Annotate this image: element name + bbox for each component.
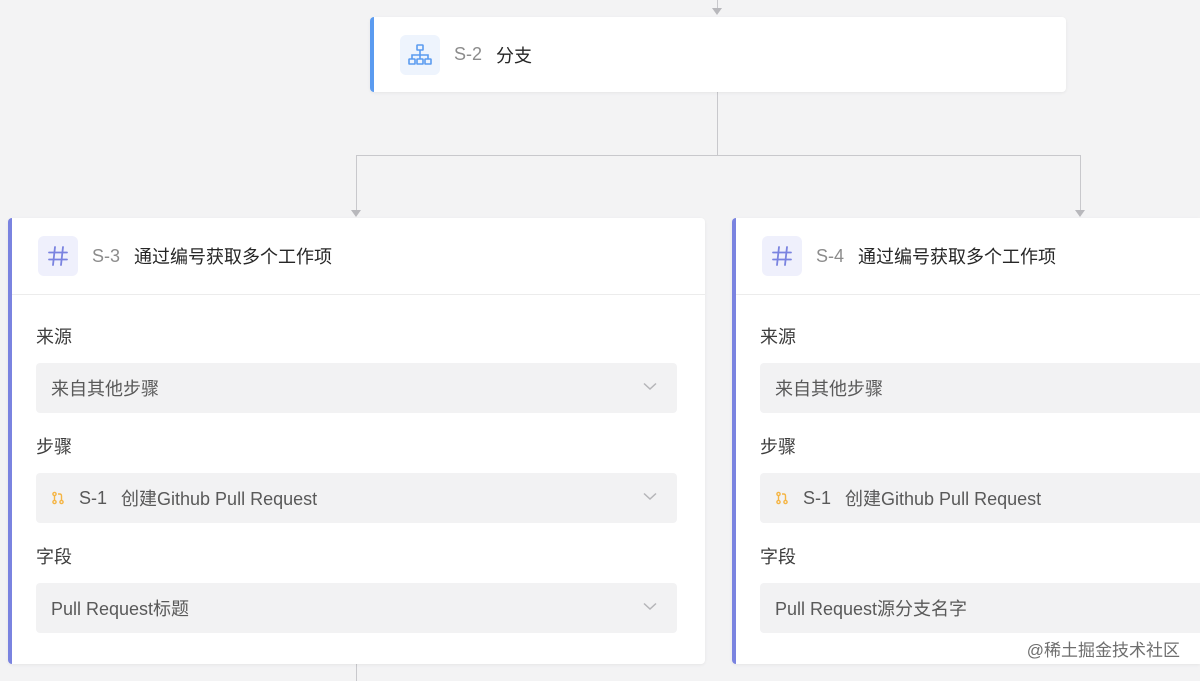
step-value: 创建Github Pull Request	[845, 489, 1042, 509]
connector-left-bottom	[356, 664, 357, 681]
field-value: Pull Request标题	[51, 599, 190, 619]
hash-icon	[38, 236, 78, 276]
step-code: S-1	[803, 487, 832, 508]
hash-icon	[762, 236, 802, 276]
chevron-down-icon	[643, 382, 657, 391]
branch-icon	[400, 34, 440, 75]
branch-node-title: 分支	[496, 45, 533, 66]
branch-accent-bar	[370, 17, 374, 92]
source-select[interactable]: 来自其他步骤	[760, 363, 1200, 413]
card-code: S-3	[92, 245, 121, 266]
arrow-top-in	[712, 8, 722, 15]
field-select[interactable]: Pull Request源分支名字	[760, 583, 1200, 633]
branch-node-card[interactable]: S-2 分支	[370, 17, 1066, 92]
arrow-left-down	[351, 210, 361, 217]
step-label: 步骤	[36, 437, 72, 457]
chevron-down-icon	[643, 492, 657, 501]
workitem-card-s3[interactable]: S-3 通过编号获取多个工作项 来源 来自其他步骤 步骤 S-1 创建Githu…	[8, 218, 705, 664]
watermark: @稀土掘金技术社区	[1026, 641, 1180, 660]
connector-right-down	[1080, 155, 1081, 211]
field-label: 字段	[760, 547, 796, 567]
pull-request-icon	[775, 491, 789, 505]
card-code: S-4	[816, 245, 845, 266]
source-value: 来自其他步骤	[51, 379, 159, 399]
source-select[interactable]: 来自其他步骤	[36, 363, 677, 413]
pull-request-icon	[51, 491, 65, 505]
chevron-down-icon	[643, 602, 657, 611]
step-select[interactable]: S-1 创建Github Pull Request	[36, 473, 677, 523]
branch-node-code: S-2	[454, 44, 483, 64]
source-value: 来自其他步骤	[775, 379, 883, 399]
workitem-card-s4[interactable]: S-4 通过编号获取多个工作项 来源 来自其他步骤 步骤 S-1 创建Githu…	[732, 218, 1200, 664]
source-label: 来源	[760, 327, 796, 347]
connector-top-in	[717, 0, 718, 8]
field-select[interactable]: Pull Request标题	[36, 583, 677, 633]
card-accent-bar	[732, 218, 736, 664]
field-value: Pull Request源分支名字	[775, 599, 968, 619]
step-code: S-1	[79, 487, 108, 508]
card-accent-bar	[8, 218, 12, 664]
step-value: 创建Github Pull Request	[121, 489, 318, 509]
connector-left-down	[356, 155, 357, 211]
step-select[interactable]: S-1 创建Github Pull Request	[760, 473, 1200, 523]
connector-horizontal	[356, 155, 1081, 156]
source-label: 来源	[36, 327, 72, 347]
card-title: 通过编号获取多个工作项	[858, 247, 1057, 267]
card-title: 通过编号获取多个工作项	[134, 247, 333, 267]
field-label: 字段	[36, 547, 72, 567]
arrow-right-down	[1075, 210, 1085, 217]
connector-branch-down	[717, 92, 718, 156]
step-label: 步骤	[760, 437, 796, 457]
